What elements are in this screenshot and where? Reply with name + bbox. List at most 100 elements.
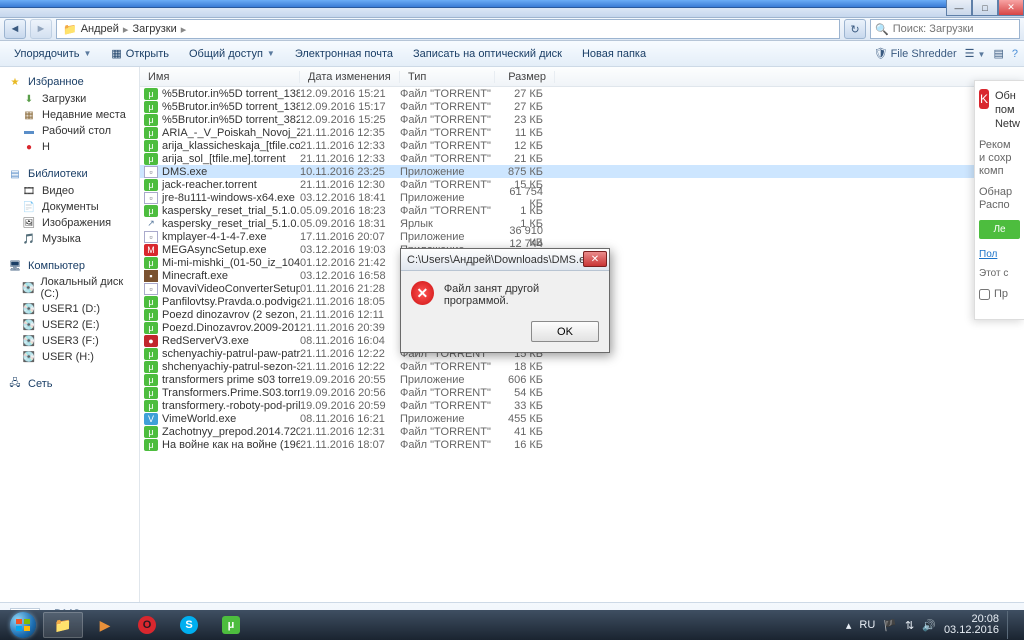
- col-size[interactable]: Размер: [495, 71, 555, 83]
- search-box[interactable]: 🔍: [870, 19, 1020, 39]
- file-row[interactable]: ▫kmplayer-4-1-4-7.exe17.11.2016 20:07При…: [140, 230, 1024, 243]
- help-button[interactable]: ?: [1012, 48, 1018, 60]
- breadcrumb-item[interactable]: Андрей: [81, 23, 119, 35]
- network-icon[interactable]: ⇅: [905, 619, 914, 632]
- back-button[interactable]: ◄: [4, 19, 26, 39]
- tray-lang[interactable]: RU: [859, 619, 875, 631]
- file-type: Файл "TORRENT": [400, 387, 495, 399]
- file-row[interactable]: μshchenyachiy-patrul-sezon-3-480x.torren…: [140, 360, 1024, 373]
- sidebar-item[interactable]: ▦Недавние места: [0, 107, 139, 123]
- sidebar-item[interactable]: 💽USER2 (E:): [0, 317, 139, 333]
- burn-button[interactable]: Записать на оптический диск: [405, 45, 570, 63]
- ok-button[interactable]: OK: [531, 321, 599, 342]
- forward-button[interactable]: ►: [30, 19, 52, 39]
- taskbar-item-explorer[interactable]: 📁: [43, 612, 83, 638]
- file-row[interactable]: μarija_sol_[tfile.me].torrent21.11.2016 …: [140, 152, 1024, 165]
- column-headers[interactable]: Имя Дата изменения Тип Размер: [140, 67, 1024, 87]
- sidebar-item[interactable]: ⬇Загрузки: [0, 91, 139, 107]
- file-type: Файл "TORRENT": [400, 127, 495, 139]
- file-row[interactable]: μZachotnyy_prepod.2014.720p.BluRay.x26..…: [140, 425, 1024, 438]
- search-input[interactable]: [893, 23, 1015, 35]
- refresh-button[interactable]: ↻: [844, 19, 866, 39]
- flag-icon[interactable]: 🏴: [883, 619, 897, 632]
- file-icon: μ: [144, 322, 158, 334]
- sidebar-item[interactable]: 💽Локальный диск (C:): [0, 275, 139, 301]
- start-button[interactable]: [4, 611, 42, 639]
- sidebar-favorites[interactable]: ★Избранное: [0, 73, 139, 91]
- kaspersky-action-button[interactable]: Ле: [979, 220, 1020, 239]
- file-row[interactable]: μarija_klassicheskaja_[tfile.co].torrent…: [140, 139, 1024, 152]
- browser-tabstrip[interactable]: [0, 8, 1024, 18]
- sidebar-network[interactable]: 🖧Сеть: [0, 375, 139, 393]
- file-row[interactable]: μARIA_-_V_Poiskah_Novoj_Zhertvy_(AntiS..…: [140, 126, 1024, 139]
- file-date: 21.11.2016 12:22: [300, 348, 400, 360]
- sidebar-item[interactable]: 📄Документы: [0, 199, 139, 215]
- sidebar-item[interactable]: 🎵Музыка: [0, 231, 139, 247]
- col-date[interactable]: Дата изменения: [300, 71, 400, 83]
- file-type: Файл "TORRENT": [400, 153, 495, 165]
- col-name[interactable]: Имя: [140, 71, 300, 83]
- breadcrumb[interactable]: 📁 Андрей ▸ Загрузки ▸: [56, 19, 840, 39]
- new-folder-button[interactable]: Новая папка: [574, 45, 654, 63]
- file-row[interactable]: μ%5Brutor.in%5D torrent_138413 (1).torre…: [140, 87, 1024, 100]
- kaspersky-checkbox[interactable]: Пр: [979, 288, 1020, 300]
- file-size: 41 КБ: [495, 426, 555, 438]
- file-row[interactable]: VVimeWorld.exe08.11.2016 16:21Приложение…: [140, 412, 1024, 425]
- file-row[interactable]: μtransformers prime s03 torrent.exe19.09…: [140, 373, 1024, 386]
- file-row[interactable]: ▫DMS.exe10.11.2016 23:25Приложение875 КБ: [140, 165, 1024, 178]
- clock[interactable]: 20:0803.12.2016: [944, 614, 999, 636]
- taskbar-item-skype[interactable]: S: [169, 612, 209, 638]
- kaspersky-link[interactable]: Пол: [979, 249, 1020, 260]
- sidebar-item[interactable]: 🖼Изображения: [0, 215, 139, 231]
- maximize-button[interactable]: □: [972, 0, 998, 16]
- sidebar-item[interactable]: 💽USER3 (F:): [0, 333, 139, 349]
- tray-expand-icon[interactable]: ▴: [846, 619, 852, 632]
- preview-pane-button[interactable]: ▤: [993, 47, 1003, 60]
- file-name: Poezd dinozavrov (2 sezon, 1-25 serii iz…: [162, 309, 300, 321]
- file-icon: μ: [144, 179, 158, 191]
- file-name: ARIA_-_V_Poiskah_Novoj_Zhertvy_(AntiS...: [162, 127, 300, 139]
- file-shredder-button[interactable]: 🛡 File Shredder: [874, 47, 957, 60]
- email-button[interactable]: Электронная почта: [287, 45, 401, 63]
- sidebar-item[interactable]: 🎞Видео: [0, 183, 139, 199]
- file-date: 08.11.2016 16:21: [300, 413, 400, 425]
- file-row[interactable]: μtransformery.-roboty-pod-prikrytiem-tra…: [140, 399, 1024, 412]
- taskbar-item-opera[interactable]: O: [127, 612, 167, 638]
- file-row[interactable]: μkaspersky_reset_trial_5.1.0.29.exe.torr…: [140, 204, 1024, 217]
- taskbar-item-player[interactable]: ▶: [85, 612, 125, 638]
- share-button[interactable]: Общий доступ▼: [181, 45, 283, 63]
- file-row[interactable]: μ%5Brutor.in%5D torrent_138413.torrent12…: [140, 100, 1024, 113]
- show-desktop-button[interactable]: [1007, 611, 1014, 639]
- folder-icon: 📁: [63, 23, 77, 36]
- taskbar-item-torrent[interactable]: μ: [211, 612, 251, 638]
- sidebar-item[interactable]: 💽USER1 (D:): [0, 301, 139, 317]
- sidebar-item[interactable]: ▬Рабочий стол: [0, 123, 139, 139]
- documents-icon: 📄: [22, 200, 36, 214]
- file-row[interactable]: μTransformers.Prime.S03.torrent19.09.201…: [140, 386, 1024, 399]
- volume-icon[interactable]: 🔊: [922, 619, 936, 632]
- breadcrumb-item[interactable]: Загрузки: [132, 23, 176, 35]
- dialog-close-button[interactable]: ✕: [583, 251, 607, 267]
- open-button[interactable]: ▦Открыть: [103, 44, 177, 63]
- file-row[interactable]: ↗kaspersky_reset_trial_5.1.0.29.exe.torr…: [140, 217, 1024, 230]
- file-row[interactable]: μjack-reacher.torrent21.11.2016 12:30Фай…: [140, 178, 1024, 191]
- sidebar-item[interactable]: ●Н: [0, 139, 139, 155]
- view-options-button[interactable]: ☰ ▼: [965, 47, 986, 60]
- close-button[interactable]: ✕: [998, 0, 1024, 16]
- file-row[interactable]: μНа войне как на войне (1969) DVDRip от.…: [140, 438, 1024, 451]
- file-date: 21.11.2016 12:22: [300, 361, 400, 373]
- file-row[interactable]: ▫jre-8u111-windows-x64.exe03.12.2016 18:…: [140, 191, 1024, 204]
- file-name: schenyachiy-patrul-paw-patrol-s02e01-1..…: [162, 348, 300, 360]
- dialog-titlebar[interactable]: C:\Users\Андрей\Downloads\DMS.exe ✕: [401, 249, 609, 271]
- organize-button[interactable]: Упорядочить▼: [6, 45, 99, 63]
- file-type: Файл "TORRENT": [400, 114, 495, 126]
- minimize-button[interactable]: —: [946, 0, 972, 16]
- col-type[interactable]: Тип: [400, 71, 495, 83]
- kaspersky-popup: K ОбнпомNetw Рекоми сохркомп ОбнарРаспо …: [974, 80, 1024, 320]
- checkbox-input[interactable]: [979, 289, 990, 300]
- titlebar[interactable]: [0, 0, 1024, 8]
- file-row[interactable]: μ%5Brutor.in%5D torrent_382925.torrent12…: [140, 113, 1024, 126]
- sidebar-computer[interactable]: 🖥Компьютер: [0, 257, 139, 275]
- sidebar-libraries[interactable]: ▤Библиотеки: [0, 165, 139, 183]
- sidebar-item[interactable]: 💽USER (H:): [0, 349, 139, 365]
